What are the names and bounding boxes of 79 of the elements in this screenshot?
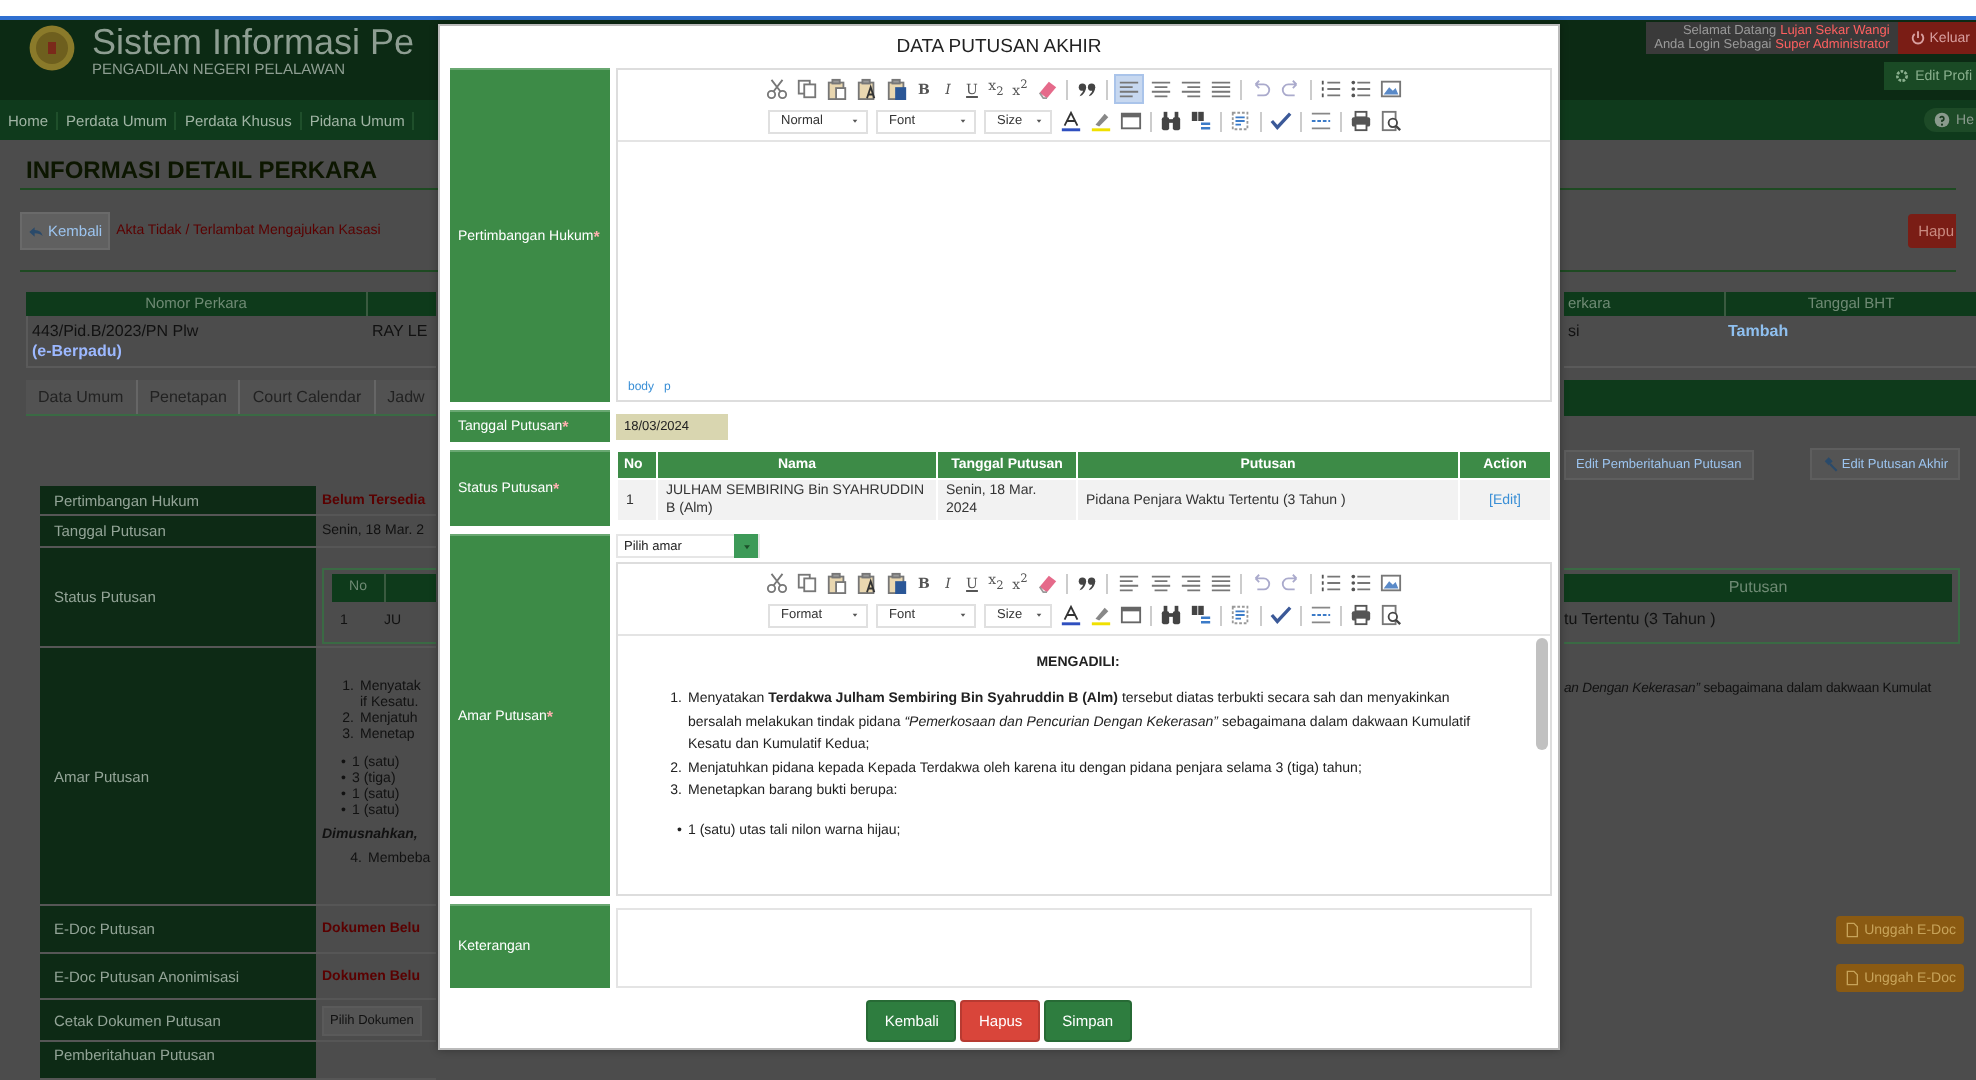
image-icon xyxy=(1380,78,1402,100)
numbered-list-icon xyxy=(1320,78,1342,100)
table-cell-text: tu Tertentu (3 Tahun ) xyxy=(1564,608,1718,632)
binoculars-icon xyxy=(1159,110,1181,132)
paste-word-icon xyxy=(886,78,908,100)
copy-icon xyxy=(796,78,818,100)
numbered-list-icon xyxy=(1320,572,1342,594)
print-icon xyxy=(1349,604,1371,626)
redo-icon xyxy=(1280,78,1302,100)
bullet-list-icon xyxy=(1350,572,1372,594)
notes-field[interactable] xyxy=(616,908,1532,988)
caret-icon xyxy=(1031,608,1045,622)
quote-icon xyxy=(1076,572,1098,594)
help-icon xyxy=(1934,112,1951,128)
table-cell: RAY LE xyxy=(372,322,428,342)
text-color-icon xyxy=(1059,110,1081,132)
align-left-icon xyxy=(1118,78,1140,100)
select-all-icon xyxy=(1229,604,1251,626)
align-right-icon xyxy=(1180,572,1202,594)
reply-icon xyxy=(28,223,44,239)
redo-icon xyxy=(1280,572,1302,594)
binoculars-icon xyxy=(1159,604,1181,626)
select-all-icon xyxy=(1229,110,1251,132)
column-header: Putusan xyxy=(1564,574,1952,602)
caret-icon xyxy=(847,114,861,128)
text-color-icon xyxy=(1059,604,1081,626)
caret-icon xyxy=(955,608,969,622)
caret-icon xyxy=(847,608,861,622)
replace-icon xyxy=(1189,604,1211,626)
e-berpadu-tag: (e-Berpadu) xyxy=(32,341,364,361)
page-heading: INFORMASI DETAIL PERKARA xyxy=(24,154,380,184)
dialog-title: DATA PUTUSAN AKHIR xyxy=(894,34,1104,62)
table-icon xyxy=(1119,110,1141,132)
file-icon xyxy=(1844,922,1861,938)
paste-icon xyxy=(826,572,848,594)
scissors-icon xyxy=(766,572,788,594)
align-right-icon xyxy=(1180,78,1202,100)
bullet-list-icon xyxy=(1350,78,1372,100)
power-icon xyxy=(1909,30,1926,46)
eraser-icon xyxy=(1036,572,1058,594)
table-icon xyxy=(1119,604,1141,626)
justify-icon xyxy=(1210,78,1232,100)
caret-icon xyxy=(955,114,969,128)
undo-icon xyxy=(1250,572,1272,594)
scrollbar-thumb[interactable] xyxy=(1536,638,1548,750)
undo-icon xyxy=(1250,78,1272,100)
copy-icon xyxy=(796,572,818,594)
print-icon xyxy=(1349,110,1371,132)
site-title: Sistem Informasi Pe xyxy=(92,24,415,60)
add-link[interactable]: Tambah xyxy=(1728,322,1789,342)
table-cell-text: si xyxy=(1568,322,1582,342)
paste-icon xyxy=(826,78,848,100)
eraser-icon xyxy=(1036,78,1058,100)
replace-icon xyxy=(1189,110,1211,132)
paste-text-icon xyxy=(856,572,878,594)
caret-icon xyxy=(739,539,753,553)
paste-word-icon xyxy=(886,572,908,594)
spellcheck-icon xyxy=(1269,110,1291,132)
page-break-icon xyxy=(1309,110,1331,132)
spellcheck-icon xyxy=(1269,604,1291,626)
quote-icon xyxy=(1076,78,1098,100)
justify-icon xyxy=(1210,572,1232,594)
page-break-icon xyxy=(1309,604,1331,626)
preview-icon xyxy=(1379,110,1401,132)
align-left-icon xyxy=(1118,572,1140,594)
align-center-icon xyxy=(1150,572,1172,594)
emblem-icon xyxy=(28,24,76,72)
table-cell-text: 443/Pid.B/2023/PN Plw xyxy=(32,322,201,342)
file-icon xyxy=(1844,970,1861,986)
highlight-icon xyxy=(1089,110,1111,132)
gear-icon xyxy=(1893,68,1910,84)
preview-icon xyxy=(1379,604,1401,626)
hammer-icon xyxy=(1821,456,1838,472)
image-icon xyxy=(1380,572,1402,594)
paste-text-icon xyxy=(856,78,878,100)
align-center-icon xyxy=(1150,78,1172,100)
scissors-icon xyxy=(766,78,788,100)
highlight-icon xyxy=(1089,604,1111,626)
caret-icon xyxy=(1031,114,1045,128)
